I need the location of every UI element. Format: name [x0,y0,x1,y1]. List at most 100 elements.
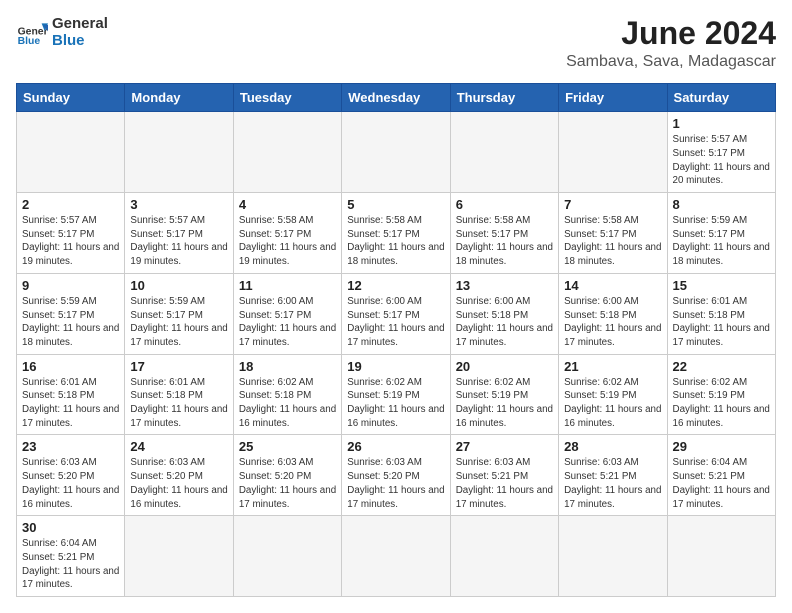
day-info: Sunrise: 5:58 AM Sunset: 5:17 PM Dayligh… [347,214,444,269]
day-number: 20 [456,359,553,374]
calendar-cell [450,112,558,193]
day-info: Sunrise: 5:59 AM Sunset: 5:17 PM Dayligh… [673,214,770,269]
weekday-header: Sunday [17,84,125,112]
day-info: Sunrise: 5:57 AM Sunset: 5:17 PM Dayligh… [130,214,227,269]
calendar-cell: 13 Sunrise: 6:00 AM Sunset: 5:18 PM Dayli… [450,273,558,354]
day-number: 13 [456,278,553,293]
day-number: 8 [673,197,770,212]
calendar-week-row: 30Sunrise: 6:04 AM Sunset: 5:21 PM Dayli… [17,516,776,597]
day-number: 29 [673,439,770,454]
day-number: 6 [456,197,553,212]
calendar-cell: 26 Sunrise: 6:03 AM Sunset: 5:20 PM Dayli… [342,435,450,516]
weekday-header: Tuesday [233,84,341,112]
day-info: Sunrise: 6:04 AM Sunset: 5:21 PM Dayligh… [22,537,119,592]
day-info: Sunrise: 6:02 AM Sunset: 5:19 PM Dayligh… [673,376,770,431]
calendar-cell [233,516,341,597]
day-info: Sunrise: 5:57 AM Sunset: 5:17 PM Dayligh… [673,133,770,188]
day-info: Sunrise: 5:57 AM Sunset: 5:17 PM Dayligh… [22,214,119,269]
day-number: 27 [456,439,553,454]
day-number: 18 [239,359,336,374]
month-title: June 2024 [566,16,776,51]
day-info: Sunrise: 6:04 AM Sunset: 5:21 PM Dayligh… [673,456,770,511]
calendar-cell: 30Sunrise: 6:04 AM Sunset: 5:21 PM Dayli… [17,516,125,597]
day-info: Sunrise: 6:02 AM Sunset: 5:19 PM Dayligh… [347,376,444,431]
day-info: Sunrise: 6:01 AM Sunset: 5:18 PM Dayligh… [130,376,227,431]
day-info: Sunrise: 6:00 AM Sunset: 5:18 PM Dayligh… [456,295,553,350]
weekday-header-row: SundayMondayTuesdayWednesdayThursdayFrid… [17,84,776,112]
calendar-week-row: 23 Sunrise: 6:03 AM Sunset: 5:20 PM Dayli… [17,435,776,516]
calendar-cell: 1 Sunrise: 5:57 AM Sunset: 5:17 PM Daylig… [667,112,775,193]
day-number: 24 [130,439,227,454]
day-info: Sunrise: 6:03 AM Sunset: 5:20 PM Dayligh… [22,456,119,511]
day-info: Sunrise: 6:03 AM Sunset: 5:20 PM Dayligh… [347,456,444,511]
calendar-cell: 15Sunrise: 6:01 AM Sunset: 5:18 PM Dayli… [667,273,775,354]
day-info: Sunrise: 6:02 AM Sunset: 5:18 PM Dayligh… [239,376,336,431]
day-number: 22 [673,359,770,374]
day-number: 7 [564,197,661,212]
day-info: Sunrise: 6:01 AM Sunset: 5:18 PM Dayligh… [22,376,119,431]
day-info: Sunrise: 5:59 AM Sunset: 5:17 PM Dayligh… [22,295,119,350]
weekday-header: Friday [559,84,667,112]
day-number: 26 [347,439,444,454]
weekday-header: Thursday [450,84,558,112]
day-number: 5 [347,197,444,212]
day-number: 28 [564,439,661,454]
calendar-week-row: 16 Sunrise: 6:01 AM Sunset: 5:18 PM Dayli… [17,354,776,435]
calendar-cell: 22 Sunrise: 6:02 AM Sunset: 5:19 PM Dayli… [667,354,775,435]
day-info: Sunrise: 5:58 AM Sunset: 5:17 PM Dayligh… [564,214,661,269]
day-info: Sunrise: 5:58 AM Sunset: 5:17 PM Dayligh… [239,214,336,269]
calendar-cell: 12Sunrise: 6:00 AM Sunset: 5:17 PM Dayli… [342,273,450,354]
day-number: 15 [673,278,770,293]
calendar-cell: 4 Sunrise: 5:58 AM Sunset: 5:17 PM Daylig… [233,193,341,274]
day-number: 23 [22,439,119,454]
day-info: Sunrise: 5:58 AM Sunset: 5:17 PM Dayligh… [456,214,553,269]
day-number: 25 [239,439,336,454]
day-number: 1 [673,116,770,131]
calendar-cell [17,112,125,193]
day-number: 17 [130,359,227,374]
svg-text:Blue: Blue [18,36,41,47]
calendar-cell: 6 Sunrise: 5:58 AM Sunset: 5:17 PM Daylig… [450,193,558,274]
calendar-cell [342,516,450,597]
calendar-cell [559,112,667,193]
calendar-week-row: 2 Sunrise: 5:57 AM Sunset: 5:17 PM Daylig… [17,193,776,274]
day-info: Sunrise: 6:03 AM Sunset: 5:20 PM Dayligh… [130,456,227,511]
day-number: 16 [22,359,119,374]
calendar-week-row: 9 Sunrise: 5:59 AM Sunset: 5:17 PM Daylig… [17,273,776,354]
calendar-cell: 21 Sunrise: 6:02 AM Sunset: 5:19 PM Dayli… [559,354,667,435]
day-info: Sunrise: 6:00 AM Sunset: 5:17 PM Dayligh… [239,295,336,350]
day-number: 19 [347,359,444,374]
calendar-cell: 19 Sunrise: 6:02 AM Sunset: 5:19 PM Dayli… [342,354,450,435]
calendar-cell: 24 Sunrise: 6:03 AM Sunset: 5:20 PM Dayli… [125,435,233,516]
calendar-cell: 10Sunrise: 5:59 AM Sunset: 5:17 PM Dayli… [125,273,233,354]
day-info: Sunrise: 5:59 AM Sunset: 5:17 PM Dayligh… [130,295,227,350]
day-number: 4 [239,197,336,212]
day-number: 9 [22,278,119,293]
calendar-cell: 9 Sunrise: 5:59 AM Sunset: 5:17 PM Daylig… [17,273,125,354]
calendar-cell: 2 Sunrise: 5:57 AM Sunset: 5:17 PM Daylig… [17,193,125,274]
calendar-cell: 3 Sunrise: 5:57 AM Sunset: 5:17 PM Daylig… [125,193,233,274]
calendar-cell [450,516,558,597]
day-info: Sunrise: 6:03 AM Sunset: 5:21 PM Dayligh… [564,456,661,511]
weekday-header: Saturday [667,84,775,112]
calendar-cell: 14 Sunrise: 6:00 AM Sunset: 5:18 PM Dayli… [559,273,667,354]
calendar-cell: 29 Sunrise: 6:04 AM Sunset: 5:21 PM Dayli… [667,435,775,516]
day-info: Sunrise: 6:02 AM Sunset: 5:19 PM Dayligh… [564,376,661,431]
calendar-cell: 5 Sunrise: 5:58 AM Sunset: 5:17 PM Daylig… [342,193,450,274]
logo-general-text: General [52,16,108,33]
day-info: Sunrise: 6:03 AM Sunset: 5:21 PM Dayligh… [456,456,553,511]
page-header: General Blue General Blue June 2024 Samb… [16,16,776,71]
title-area: June 2024 Sambava, Sava, Madagascar [566,16,776,71]
calendar-cell: 27 Sunrise: 6:03 AM Sunset: 5:21 PM Dayli… [450,435,558,516]
day-number: 11 [239,278,336,293]
day-number: 14 [564,278,661,293]
calendar-cell [667,516,775,597]
day-number: 21 [564,359,661,374]
day-info: Sunrise: 6:00 AM Sunset: 5:18 PM Dayligh… [564,295,661,350]
day-number: 3 [130,197,227,212]
calendar-week-row: 1 Sunrise: 5:57 AM Sunset: 5:17 PM Daylig… [17,112,776,193]
calendar-cell: 11 Sunrise: 6:00 AM Sunset: 5:17 PM Dayli… [233,273,341,354]
location-title: Sambava, Sava, Madagascar [566,53,776,71]
day-info: Sunrise: 6:00 AM Sunset: 5:17 PM Dayligh… [347,295,444,350]
day-number: 2 [22,197,119,212]
